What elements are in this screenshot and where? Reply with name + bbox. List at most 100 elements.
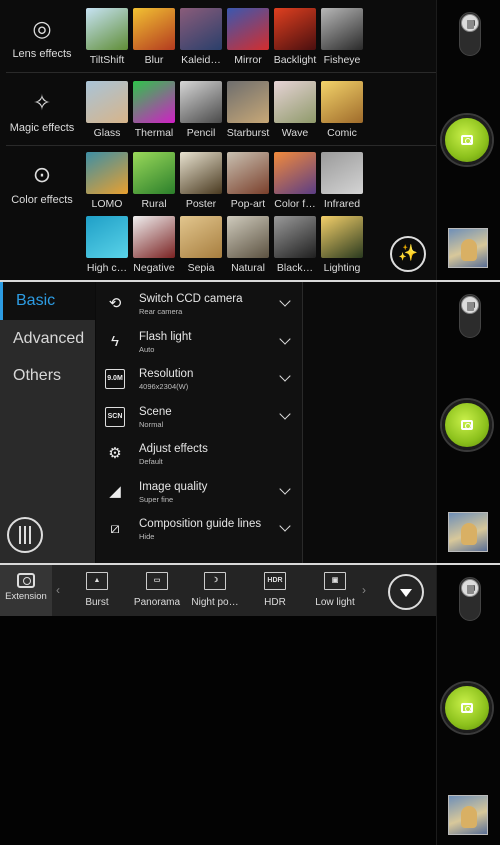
magic-wand-button[interactable]: ✨ [390,236,426,272]
effect-label: Starburst [226,127,270,139]
lens-icon: ◎ [32,16,52,41]
extension-label: Extension [5,591,47,602]
chevron-down-icon[interactable] [279,332,291,345]
extension-button[interactable]: Extension [0,565,52,616]
night-portrait-icon: ☽ [204,572,226,590]
scroll-left-icon[interactable]: ‹ [56,583,60,597]
effect-thumbnail[interactable] [133,152,175,194]
effect-thumbnail[interactable] [227,8,269,50]
equalizer-settings-button[interactable] [7,517,43,553]
effect-thumbnail[interactable] [133,81,175,123]
effect-label: Color f… [274,198,316,210]
mode-label: Night po… [191,597,239,608]
burst-icon: ▲ [86,572,108,590]
mode-panorama[interactable]: ▭ Panorama [127,572,187,608]
flash-auto-icon: ϟ [111,332,119,350]
effect-thumbnail[interactable] [86,152,128,194]
setting-row[interactable]: ϟ Flash light Auto [96,324,303,362]
effect-label: Infrared [323,198,361,210]
shutter-button[interactable] [442,400,492,450]
gallery-thumbnail[interactable] [448,512,488,552]
effect-thumbnail[interactable] [227,216,269,258]
tab-advanced[interactable]: Advanced [0,320,95,358]
effect-thumbnail[interactable] [274,8,316,50]
effect-label: Kaleid… [181,54,221,66]
effect-thumbnail[interactable] [321,216,363,258]
effect-label: Thermal [134,127,174,139]
category-label: Magic effects [9,122,75,134]
mode-low-light[interactable]: ▣ Low light [305,572,365,608]
effect-thumbnail[interactable] [274,81,316,123]
effect-thumbnail[interactable] [133,216,175,258]
effect-thumbnail[interactable] [274,152,316,194]
effect-label: Wave [281,127,309,139]
mode-hdr[interactable]: HDR HDR [245,572,305,608]
effect-label: Natural [231,262,265,274]
effect-label: Negative [133,262,175,274]
photo-video-switch[interactable] [459,294,481,338]
mode-burst[interactable]: ▲ Burst [67,572,127,608]
effect-label: TiltShift [89,54,125,66]
effect-label: Backlight [273,54,317,66]
camera-icon [461,135,473,145]
setting-row[interactable]: ◢ Image quality Super fine [96,474,303,512]
shutter-button[interactable] [442,115,492,165]
chevron-down-icon[interactable] [279,295,291,307]
setting-row[interactable]: ⟲ Switch CCD camera Rear camera [96,286,303,324]
camera-controls-rail [436,565,500,845]
effect-thumbnail[interactable] [86,216,128,258]
magic-icon: ✧ [32,90,52,115]
extension-camera-icon [17,573,35,588]
divider [6,145,436,146]
mode-night-portrait[interactable]: ☽ Night po… [185,572,245,608]
category-magic-effects[interactable]: ✧ Magic effects [0,74,84,142]
tab-basic[interactable]: Basic [0,282,95,320]
shutter-button[interactable] [442,683,492,733]
setting-title: Switch CCD camera [139,293,243,305]
photo-video-switch[interactable] [459,577,481,621]
gallery-thumbnail[interactable] [448,228,488,268]
setting-value: Rear camera [139,307,183,316]
setting-row[interactable]: ⚙ Adjust effects Default [96,436,303,474]
category-lens-effects[interactable]: ◎ Lens effects [0,0,84,68]
effect-thumbnail[interactable] [321,81,363,123]
chevron-down-icon[interactable] [279,370,291,382]
chevron-down-icon[interactable] [279,407,291,420]
setting-row[interactable]: ⧄ Composition guide lines Hide [96,511,303,549]
scroll-right-icon[interactable]: › [362,583,366,597]
effect-thumbnail[interactable] [274,216,316,258]
camera-controls-rail [436,0,500,280]
effect-thumbnail[interactable] [321,8,363,50]
effect-thumbnail[interactable] [86,8,128,50]
camera-icon [461,703,473,713]
effect-thumbnail[interactable] [227,152,269,194]
chevron-down-icon[interactable] [279,482,291,495]
effect-thumbnail[interactable] [86,81,128,123]
category-label: Color effects [11,194,73,206]
effect-thumbnail[interactable] [227,81,269,123]
effect-label: Comic [327,127,357,139]
effect-thumbnail[interactable] [180,81,222,123]
setting-value: Auto [139,344,155,354]
setting-row[interactable]: 9.0M Resolution 4096x2304(W) [96,361,303,399]
setting-row[interactable]: SCN Scene Normal [96,399,303,437]
effect-label: Blur [144,54,164,66]
chevron-down-icon[interactable] [279,520,291,532]
effect-thumbnail[interactable] [180,216,222,258]
category-color-effects[interactable]: ⊙ Color effects [0,146,84,214]
category-label: Lens effects [12,48,72,60]
effect-label: Glass [93,127,121,139]
effect-thumbnail[interactable] [180,152,222,194]
setting-title: Resolution [139,368,194,380]
image-quality-icon: ◢ [109,482,121,500]
gallery-thumbnail[interactable] [448,795,488,835]
setting-title: Scene [139,405,172,418]
effect-thumbnail[interactable] [133,8,175,50]
collapse-button[interactable] [388,574,424,610]
photo-video-switch[interactable] [459,12,481,56]
effects-panel: ◎ Lens effects ✧ Magic effects ⊙ Color e… [0,0,500,280]
effect-thumbnail[interactable] [321,152,363,194]
tab-others[interactable]: Others [0,357,95,395]
camera-controls-rail [436,282,500,563]
effect-thumbnail[interactable] [180,8,222,50]
